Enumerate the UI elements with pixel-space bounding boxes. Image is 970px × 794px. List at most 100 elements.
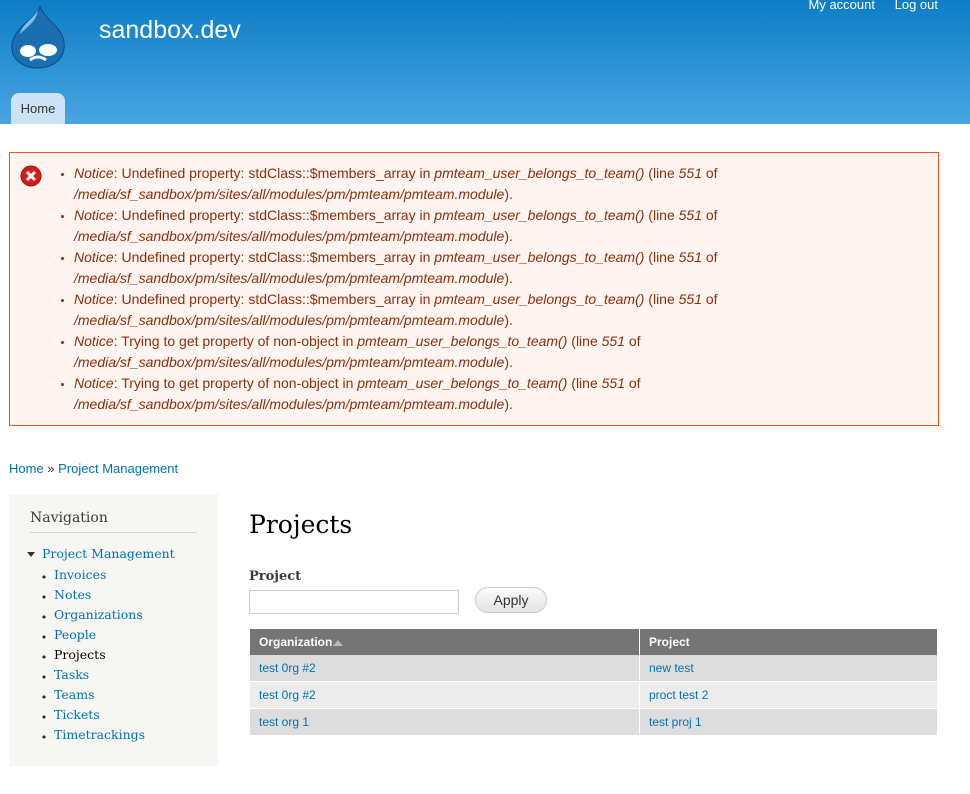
tab-home[interactable]: Home bbox=[11, 93, 65, 124]
sidebar-item-organizations[interactable]: Organizations bbox=[54, 606, 145, 626]
table-cell: new test bbox=[639, 655, 938, 682]
project-link[interactable]: proct test 2 bbox=[649, 688, 708, 702]
notice-label: Notice bbox=[74, 249, 114, 265]
sidebar-item-label[interactable]: Teams bbox=[54, 687, 95, 702]
sort-organization-link[interactable]: Organization bbox=[259, 635, 332, 649]
sidebar-item-label[interactable]: Projects bbox=[54, 647, 106, 662]
file-path: /media/sf_sandbox/pm/sites/all/modules/p… bbox=[74, 354, 505, 370]
log-out-link[interactable]: Log out bbox=[895, 0, 938, 12]
error-message: Notice: Undefined property: stdClass::$m… bbox=[74, 163, 924, 205]
message-end: ). bbox=[504, 354, 513, 370]
my-account-link[interactable]: My account bbox=[809, 0, 875, 12]
error-message: Notice: Undefined property: stdClass::$m… bbox=[74, 247, 924, 289]
line-prefix: (line bbox=[644, 291, 679, 307]
sidebar-item-people[interactable]: People bbox=[54, 626, 145, 646]
notice-label: Notice bbox=[74, 165, 114, 181]
sidebar-navigation: Navigation Project Management Invoices No… bbox=[9, 494, 218, 766]
notice-label: Notice bbox=[74, 375, 114, 391]
message-end: ). bbox=[504, 186, 513, 202]
function-name: pmteam_user_belongs_to_team() bbox=[434, 249, 645, 265]
message-text: : Trying to get property of non-object i… bbox=[113, 375, 358, 391]
file-path: /media/sf_sandbox/pm/sites/all/modules/p… bbox=[74, 312, 505, 328]
line-prefix: (line bbox=[644, 249, 679, 265]
breadcrumb-home[interactable]: Home bbox=[9, 461, 44, 476]
sidebar-item-label[interactable]: People bbox=[54, 627, 96, 642]
of-text: of bbox=[702, 165, 718, 181]
error-message: Notice: Undefined property: stdClass::$m… bbox=[74, 289, 924, 331]
project-link[interactable]: new test bbox=[649, 661, 694, 675]
line-number: 551 bbox=[678, 207, 702, 223]
sidebar-item-tasks[interactable]: Tasks bbox=[54, 666, 145, 686]
line-prefix: (line bbox=[567, 375, 602, 391]
of-text: of bbox=[702, 249, 718, 265]
sidebar-item-timetrackings[interactable]: Timetrackings bbox=[54, 726, 145, 746]
column-header-organization[interactable]: Organization bbox=[250, 629, 640, 655]
sidebar-item-label[interactable]: Timetrackings bbox=[54, 727, 145, 742]
file-path: /media/sf_sandbox/pm/sites/all/modules/p… bbox=[74, 270, 505, 286]
sidebar-item-label[interactable]: Organizations bbox=[54, 607, 143, 622]
project-filter-label: Project bbox=[249, 569, 302, 584]
error-message: Notice: Trying to get property of non-ob… bbox=[74, 373, 924, 415]
table-cell: test 0rg #2 bbox=[250, 681, 640, 709]
sidebar-submenu: Invoices Notes Organizations People Projects… bbox=[54, 566, 145, 746]
table-cell: proct test 2 bbox=[639, 681, 938, 709]
navigation-title: Navigation bbox=[30, 510, 197, 533]
sidebar-item-label[interactable]: Invoices bbox=[54, 567, 106, 582]
line-prefix: (line bbox=[644, 165, 679, 181]
function-name: pmteam_user_belongs_to_team() bbox=[434, 291, 645, 307]
table-row: test 0rg #2 proct test 2 bbox=[250, 681, 938, 709]
apply-button[interactable]: Apply bbox=[475, 587, 547, 613]
error-message: Notice: Undefined property: stdClass::$m… bbox=[74, 205, 924, 247]
project-filter-input[interactable] bbox=[249, 590, 459, 614]
function-name: pmteam_user_belongs_to_team() bbox=[434, 207, 645, 223]
organization-link[interactable]: test org 1 bbox=[259, 715, 309, 729]
of-text: of bbox=[624, 375, 641, 391]
message-text: : Undefined property: stdClass::$members… bbox=[113, 207, 435, 223]
sidebar-item-label[interactable]: Notes bbox=[54, 587, 91, 602]
secondary-menu: My account Log out bbox=[793, 0, 938, 12]
organization-link[interactable]: test 0rg #2 bbox=[259, 688, 316, 702]
notice-label: Notice bbox=[74, 207, 114, 223]
sidebar-item-label[interactable]: Project Management bbox=[42, 546, 175, 561]
site-header: sandbox.dev My account Log out Home bbox=[0, 0, 970, 124]
message-text: : Undefined property: stdClass::$members… bbox=[113, 249, 435, 265]
breadcrumb-separator: » bbox=[43, 461, 59, 476]
notice-label: Notice bbox=[74, 333, 114, 349]
line-number: 551 bbox=[678, 165, 702, 181]
project-link[interactable]: test proj 1 bbox=[649, 715, 702, 729]
error-message: Notice: Trying to get property of non-ob… bbox=[74, 331, 924, 373]
function-name: pmteam_user_belongs_to_team() bbox=[357, 333, 568, 349]
table-cell: test proj 1 bbox=[639, 708, 938, 736]
table-row: test 0rg #2 new test bbox=[250, 655, 938, 682]
function-name: pmteam_user_belongs_to_team() bbox=[357, 375, 568, 391]
site-name[interactable]: sandbox.dev bbox=[99, 16, 241, 45]
sidebar-item-label[interactable]: Tasks bbox=[54, 667, 89, 682]
table-row: test org 1 test proj 1 bbox=[250, 708, 938, 736]
line-prefix: (line bbox=[644, 207, 679, 223]
message-end: ). bbox=[504, 312, 513, 328]
line-number: 551 bbox=[678, 291, 702, 307]
drupal-logo[interactable] bbox=[8, 4, 66, 70]
sidebar-item-teams[interactable]: Teams bbox=[54, 686, 145, 706]
message-text: : Undefined property: stdClass::$members… bbox=[113, 165, 435, 181]
line-prefix: (line bbox=[567, 333, 602, 349]
message-list: Notice: Undefined property: stdClass::$m… bbox=[74, 163, 924, 415]
of-text: of bbox=[624, 333, 641, 349]
sidebar-item-label[interactable]: Tickets bbox=[54, 707, 100, 722]
file-path: /media/sf_sandbox/pm/sites/all/modules/p… bbox=[74, 228, 505, 244]
sidebar-item-notes[interactable]: Notes bbox=[54, 586, 145, 606]
column-header-project[interactable]: Project bbox=[639, 629, 938, 655]
table-cell: test 0rg #2 bbox=[250, 655, 640, 682]
message-end: ). bbox=[504, 270, 513, 286]
sidebar-item-project-management[interactable]: Project Management bbox=[27, 546, 175, 561]
sidebar-item-projects[interactable]: Projects bbox=[54, 646, 145, 666]
breadcrumb-project-management[interactable]: Project Management bbox=[58, 461, 178, 476]
organization-link[interactable]: test 0rg #2 bbox=[259, 661, 316, 675]
sidebar-item-invoices[interactable]: Invoices bbox=[54, 566, 145, 586]
error-messages: Notice: Undefined property: stdClass::$m… bbox=[9, 152, 939, 426]
of-text: of bbox=[702, 291, 718, 307]
message-end: ). bbox=[504, 228, 513, 244]
page-title: Projects bbox=[249, 510, 353, 539]
sidebar-item-tickets[interactable]: Tickets bbox=[54, 706, 145, 726]
message-text: : Undefined property: stdClass::$members… bbox=[113, 291, 435, 307]
